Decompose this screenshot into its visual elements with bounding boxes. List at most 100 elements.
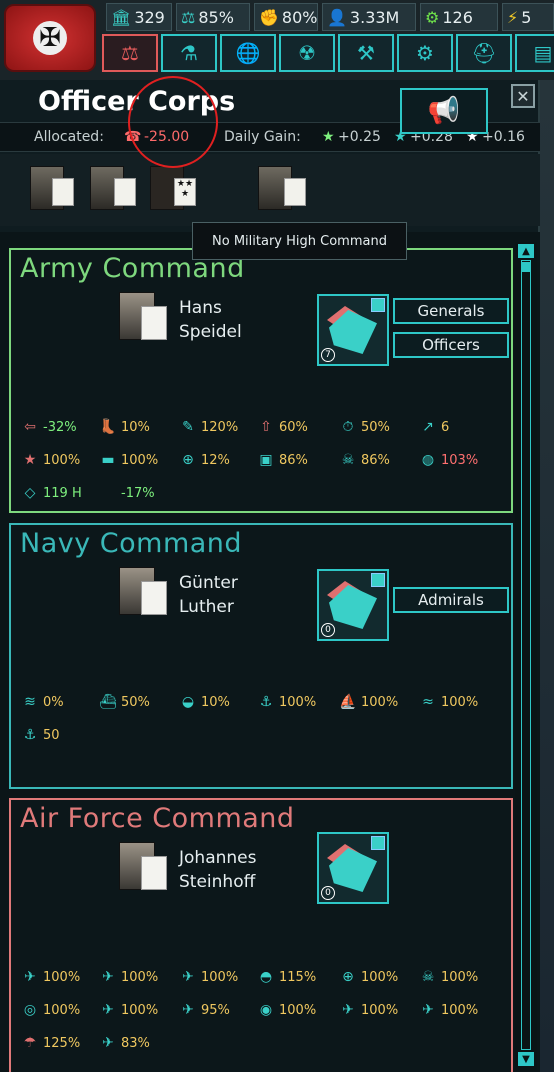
more-icon: ▤ [533, 41, 553, 65]
stat-item[interactable]: ≋ 0% [21, 693, 64, 711]
stat-item[interactable]: ◉ 100% [257, 1001, 316, 1019]
stat-item[interactable]: ⊕ 12% [179, 451, 230, 469]
stat-item[interactable]: -17% [99, 484, 155, 502]
scroll-down-icon[interactable]: ▼ [518, 1052, 534, 1066]
tank-icon: ▬ [101, 452, 115, 468]
navy-doctrine-box[interactable]: 0 [317, 569, 389, 641]
arrow-up-icon: ↗ [422, 419, 434, 435]
strategy-button[interactable]: 📢 [400, 88, 488, 134]
stat-item[interactable]: ▣ 86% [257, 451, 308, 469]
army-commander-first: Hans [179, 298, 222, 318]
stat-item[interactable]: ⏱ 50% [339, 418, 390, 436]
airforce-unit-number: 0 [321, 886, 335, 900]
resource-scales[interactable]: ⚖ 85% [176, 3, 250, 31]
officers-button[interactable]: Officers [393, 332, 509, 358]
stat-value: 12% [201, 452, 230, 468]
stat-value: 6 [441, 419, 450, 435]
stat-value: 100% [121, 969, 159, 985]
stat-item[interactable]: ☠ 86% [339, 451, 390, 469]
resource-manpower[interactable]: 👤 3.33M [322, 3, 416, 31]
stat-item[interactable]: ☠ 100% [419, 968, 478, 986]
stat-item[interactable]: ✈ 83% [99, 1034, 150, 1052]
stat-item[interactable]: ⛵ 100% [339, 693, 398, 711]
resource-fist[interactable]: ✊ 80% [254, 3, 318, 31]
stat-value: 100% [43, 1002, 81, 1018]
resource-industry-gear[interactable]: ⚙ 126 [420, 3, 498, 31]
stat-item[interactable]: ☂ 125% [21, 1034, 80, 1052]
army-doctrine-box[interactable]: 7 [317, 294, 389, 366]
fighter-icon: ✈ [102, 969, 114, 985]
stat-item[interactable]: ✈ 100% [99, 1001, 158, 1019]
planning-icon: ✎ [182, 419, 194, 435]
stat-item[interactable]: ◇ 119 H [21, 484, 82, 502]
stat-value: 100% [121, 1002, 159, 1018]
stat-item[interactable]: ✈ 100% [99, 968, 158, 986]
nation-flag-button[interactable]: ✠ [4, 4, 96, 72]
resource-value: 85% [198, 7, 234, 27]
stat-item[interactable]: ◍ 103% [419, 451, 478, 469]
fleet-icon: ⛵ [339, 694, 357, 710]
stat-item[interactable]: ≈100% [419, 693, 478, 711]
production-icon: ⚒ [357, 41, 375, 65]
highlight-circle [128, 76, 218, 168]
resource-value: 5 [521, 7, 532, 27]
generals-button[interactable]: Generals [393, 298, 509, 324]
stat-value: 100% [361, 969, 399, 985]
army-trait-card [141, 306, 167, 340]
stat-item[interactable]: ⊕ 100% [339, 968, 398, 986]
tab-diplomacy[interactable]: 🌐 [220, 34, 276, 72]
stat-value: 83% [121, 1035, 150, 1051]
military-icon: ⛑ [471, 41, 497, 65]
stat-item[interactable]: ⛴ 50% [99, 693, 150, 711]
scroll-thumb[interactable] [522, 262, 530, 272]
stat-item[interactable]: ◒ 10% [179, 693, 230, 711]
stat-value: 50 [43, 727, 60, 743]
stat-item[interactable]: ⚓ 100% [257, 693, 316, 711]
megaphone-icon: 📢 [427, 96, 461, 126]
stat-item[interactable]: ★ 100% [21, 451, 80, 469]
stat-item[interactable]: ✈ 95% [179, 1001, 230, 1019]
tab-nuclear[interactable]: ☢ [279, 34, 335, 72]
tab-research[interactable]: ⚗ [161, 34, 217, 72]
stat-item[interactable]: 👢 10% [99, 418, 150, 436]
scroll-up-icon[interactable]: ▲ [518, 244, 534, 258]
scrollbar[interactable]: ▲ ▼ [515, 242, 537, 1070]
stat-item[interactable]: ⇦ -32% [21, 418, 76, 436]
stat-value: 60% [279, 419, 308, 435]
close-button[interactable]: ✕ [511, 84, 535, 108]
tab-industry[interactable]: ⚙ [397, 34, 453, 72]
scales-icon: ⚖ [181, 7, 196, 27]
main-tabs: ⚖ ⚗ 🌐 ☢ ⚒ ⚙ ⛑ ▤ [102, 34, 554, 72]
stat-value: 115% [279, 969, 317, 985]
top-bar: ✠ 🏛 329 ⚖ 85% ✊ 80% 👤 3.33M ⚙ 126 ⚡ 5 ⚖ ⚗ 🌐 ☢ ⚒ ⚙ ⛑ ▤ [0, 0, 554, 80]
stat-item[interactable]: ◓ 115% [257, 968, 316, 986]
plan-up-icon: ⇧ [260, 419, 272, 435]
tab-military[interactable]: ⛑ [456, 34, 512, 72]
star-down-icon: ★ [23, 452, 37, 468]
admirals-button[interactable]: Admirals [393, 587, 509, 613]
stat-item[interactable]: ⇧ 60% [257, 418, 308, 436]
stat-item[interactable]: ✈ 100% [21, 968, 80, 986]
plane-icon: ✈ [24, 969, 36, 985]
stat-value: 100% [279, 694, 317, 710]
stat-item[interactable]: ◎ 100% [21, 1001, 80, 1019]
tab-government[interactable]: ⚖ [102, 34, 158, 72]
stat-item[interactable]: ⚓ 50 [21, 726, 60, 744]
tab-more[interactable]: ▤ [515, 34, 554, 72]
resource-lightning[interactable]: ⚡ 5 [502, 3, 554, 31]
stat-item[interactable]: ✈ 100% [419, 1001, 478, 1019]
stat-item[interactable]: ↗ 6 [419, 418, 449, 436]
resource-bank[interactable]: 🏛 329 [106, 3, 172, 31]
stat-item[interactable]: ▬ 100% [99, 451, 158, 469]
tab-production[interactable]: ⚒ [338, 34, 394, 72]
navy-section: Navy Command Günter Luther 0 Admirals ≋ 0… [9, 523, 513, 789]
stat-item[interactable]: ✎ 120% [179, 418, 238, 436]
navy-commander-first: Günter [179, 573, 238, 593]
scroll-track[interactable] [521, 260, 531, 1050]
army-commander-last: Speidel [179, 322, 242, 342]
government-icon: ⚖ [121, 41, 139, 65]
stat-item[interactable]: ✈ 100% [339, 1001, 398, 1019]
airforce-doctrine-box[interactable]: 0 [317, 832, 389, 904]
stat-item[interactable]: ✈ 100% [179, 968, 238, 986]
stat-value: 50% [361, 419, 390, 435]
